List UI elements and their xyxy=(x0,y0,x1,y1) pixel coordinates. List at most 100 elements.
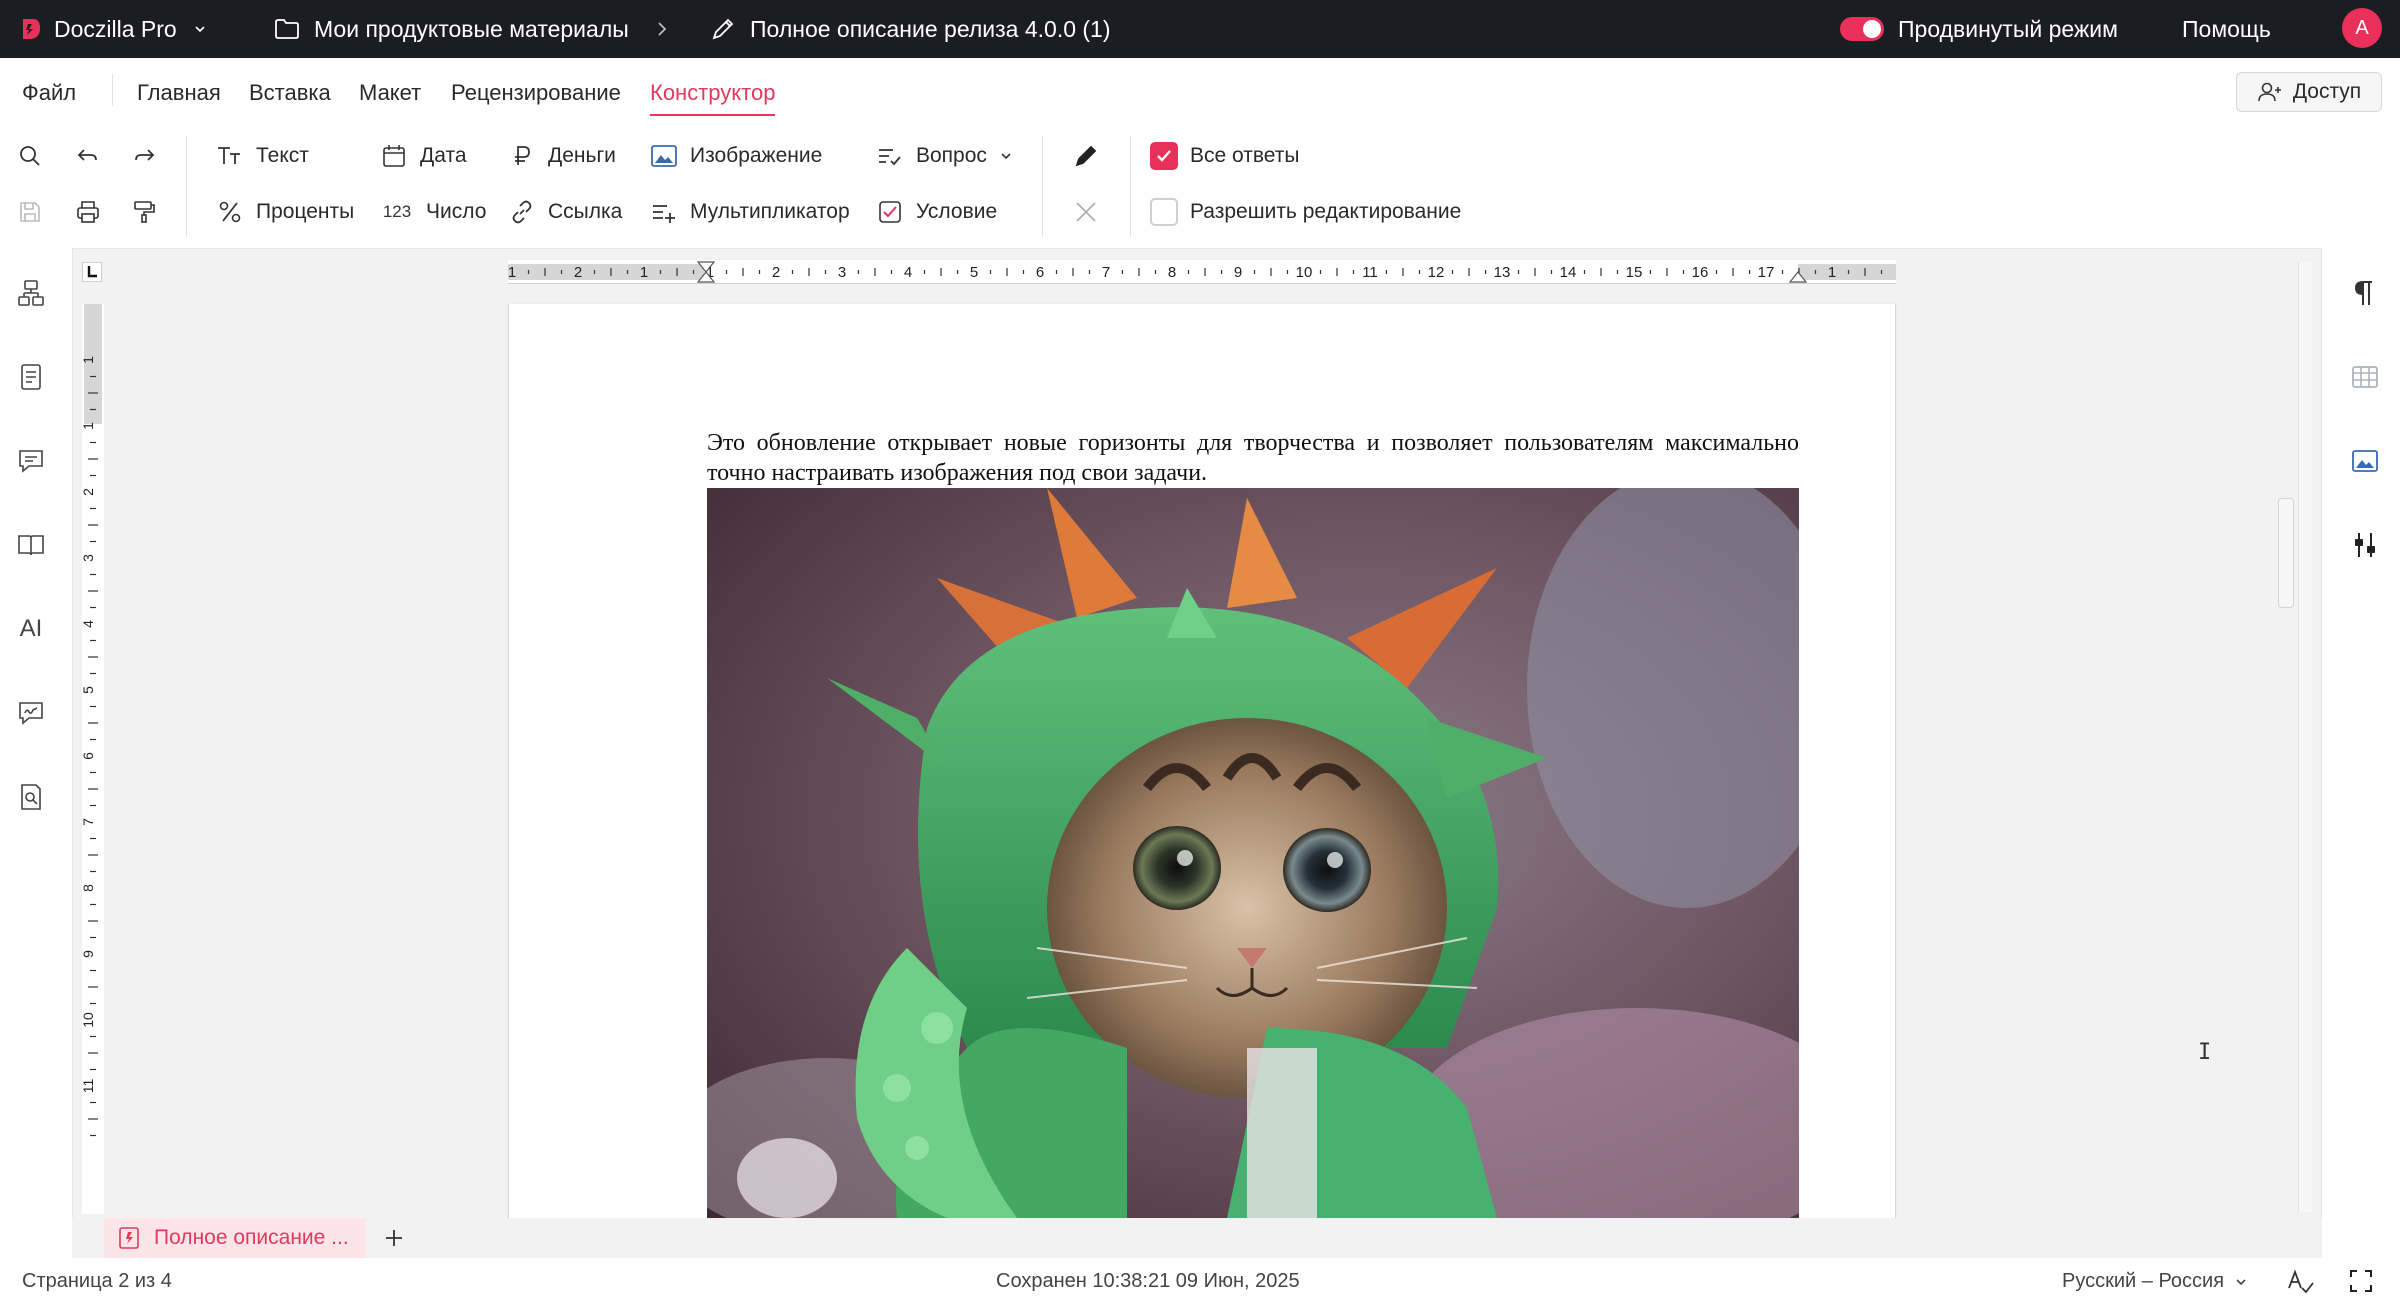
ruler-tick-label: 9 xyxy=(1234,264,1242,281)
document-title[interactable]: Полное описание релиза 4.0.0 (1) xyxy=(710,0,1111,58)
number-icon: 123 xyxy=(382,202,412,221)
insert-link-label: Ссылка xyxy=(548,200,623,223)
document-pages-icon[interactable] xyxy=(14,360,48,394)
tab-layout[interactable]: Макет xyxy=(359,80,421,106)
ruler-tick-label: 11 xyxy=(82,1079,96,1094)
status-bar: Страница 2 из 4 Сохранен 10:38:21 09 Июн… xyxy=(0,1258,2400,1306)
signature-icon[interactable] xyxy=(14,696,48,730)
insert-link-field[interactable]: Ссылка xyxy=(508,194,622,230)
toggle-switch[interactable] xyxy=(1840,17,1884,41)
search-icon xyxy=(16,142,44,170)
tab-review[interactable]: Рецензирование xyxy=(451,80,621,106)
avatar[interactable]: A xyxy=(2342,8,2382,48)
remove-field-button[interactable] xyxy=(1072,194,1100,230)
save-status: Сохранен 10:38:21 09 Июн, 2025 xyxy=(996,1270,1300,1292)
fullscreen-icon xyxy=(2350,1270,2372,1292)
structure-icon[interactable] xyxy=(14,276,48,310)
checkbox-unchecked[interactable] xyxy=(1150,198,1178,226)
ruler-tick-label: 8 xyxy=(82,884,96,892)
top-bar: Doczilla Pro Мои продуктовые материалы П… xyxy=(0,0,2400,58)
book-icon[interactable] xyxy=(14,528,48,562)
condition-checkbox-icon xyxy=(876,198,904,226)
language-selector[interactable]: Русский – Россия xyxy=(2062,1270,2248,1293)
insert-image-field[interactable]: Изображение xyxy=(650,138,822,174)
tab-insert[interactable]: Вставка xyxy=(249,80,331,106)
percent-icon xyxy=(216,198,244,226)
document-page[interactable]: Это обновление открывает новые горизонты… xyxy=(508,304,1896,1218)
document-tab-label: Полное описание ... xyxy=(154,1226,349,1249)
print-button[interactable] xyxy=(74,194,102,230)
kitten-dinosaur-image[interactable] xyxy=(707,488,1799,1218)
menu-file[interactable]: Файл xyxy=(22,80,76,106)
toolbar-divider xyxy=(1042,136,1043,236)
ruler-tick-label: 15 xyxy=(1626,264,1643,281)
insert-number-field[interactable]: 123 Число xyxy=(380,194,487,230)
format-painter-button[interactable] xyxy=(130,194,158,230)
help-link[interactable]: Помощь xyxy=(2182,0,2271,58)
breadcrumb-folder[interactable]: Мои продуктовые материалы xyxy=(274,0,629,58)
ruler-tick-label: 6 xyxy=(82,752,96,760)
document-search-icon[interactable] xyxy=(14,780,48,814)
horizontal-ruler[interactable]: 1 2 1 1 2 3 4 5 6 7 8 9 10 11 12 13 14 15 16 17 1 xyxy=(508,260,1896,284)
insert-question-dropdown[interactable]: Вопрос xyxy=(876,138,1013,174)
insert-percent-field[interactable]: Проценты xyxy=(216,194,354,230)
ruler-tick-label: 7 xyxy=(82,818,96,826)
spellcheck-button[interactable] xyxy=(2286,1266,2316,1296)
ruler-tick-label: 4 xyxy=(904,264,912,281)
tab-home[interactable]: Главная xyxy=(137,80,221,106)
insert-question-label: Вопрос xyxy=(916,144,987,167)
pencil-icon xyxy=(1072,142,1100,170)
edit-field-button[interactable] xyxy=(1072,138,1100,174)
insert-multiplier-field[interactable]: Мультипликатор xyxy=(650,194,850,230)
app-switcher[interactable]: Doczilla Pro xyxy=(20,0,207,58)
comments-icon[interactable] xyxy=(14,444,48,478)
advanced-mode-toggle[interactable]: Продвинутый режим xyxy=(1840,0,2118,58)
sliders-icon[interactable] xyxy=(2348,528,2382,562)
ruler-tick-label: 17 xyxy=(1758,264,1775,281)
add-user-icon xyxy=(2258,82,2281,102)
ruler-tick-label: 5 xyxy=(82,686,96,694)
ruler-tick-label: 2 xyxy=(82,488,96,496)
tab-stop-selector[interactable] xyxy=(82,262,102,282)
ai-icon[interactable]: AI xyxy=(14,612,48,646)
document-paragraph[interactable]: Это обновление открывает новые горизонты… xyxy=(707,428,1799,488)
save-button[interactable] xyxy=(16,194,44,230)
insert-date-field[interactable]: Дата xyxy=(380,138,467,174)
ruler-tick-label: 3 xyxy=(838,264,846,281)
pencil-icon xyxy=(712,18,734,40)
check-icon xyxy=(1157,150,1171,162)
table-icon[interactable] xyxy=(2348,360,2382,394)
fullscreen-button[interactable] xyxy=(2348,1268,2374,1294)
allow-editing-checkbox[interactable]: Разрешить редактирование xyxy=(1150,194,1461,230)
undo-button[interactable] xyxy=(74,138,102,174)
all-answers-checkbox[interactable]: Все ответы xyxy=(1150,138,1299,174)
spellcheck-icon xyxy=(2288,1269,2314,1294)
image-panel-icon[interactable] xyxy=(2348,444,2382,478)
ruler-margin-left xyxy=(508,264,704,280)
left-sidebar: AI xyxy=(0,246,62,1256)
checkbox-checked[interactable] xyxy=(1150,142,1178,170)
tab-stop-icon xyxy=(87,266,97,278)
chevron-right-icon xyxy=(658,22,667,36)
share-button[interactable]: Доступ xyxy=(2236,72,2382,112)
vertical-ruler-scale: 11234567891011 xyxy=(82,304,102,1137)
tab-constructor[interactable]: Конструктор xyxy=(650,80,776,116)
insert-text-field[interactable]: Текст xyxy=(216,138,309,174)
toolbar-divider xyxy=(186,136,187,236)
vertical-scrollbar-track[interactable] xyxy=(2298,262,2312,1212)
ruler-tick-label: 5 xyxy=(970,264,978,281)
add-tab-button[interactable] xyxy=(374,1218,414,1258)
insert-image-label: Изображение xyxy=(690,144,823,167)
document-tab[interactable]: Полное описание ... xyxy=(104,1218,366,1258)
paragraph-marks-icon[interactable] xyxy=(2348,276,2382,310)
insert-condition-field[interactable]: Условие xyxy=(876,194,997,230)
redo-button[interactable] xyxy=(130,138,158,174)
insert-date-label: Дата xyxy=(420,144,467,167)
link-icon xyxy=(508,198,536,226)
document-title-label: Полное описание релиза 4.0.0 (1) xyxy=(750,15,1111,42)
vertical-ruler[interactable]: 11234567891011 xyxy=(82,304,104,1214)
insert-money-field[interactable]: Деньги xyxy=(508,138,616,174)
vertical-scrollbar-thumb[interactable] xyxy=(2278,498,2294,608)
search-button[interactable] xyxy=(16,138,44,174)
ruler-tick-label: 2 xyxy=(772,264,780,281)
